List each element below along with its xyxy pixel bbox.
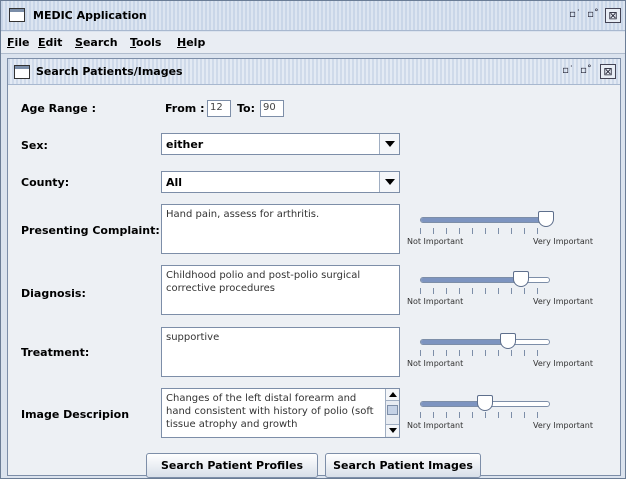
scroll-up-icon[interactable] xyxy=(386,389,399,401)
slider-ticks xyxy=(420,350,550,356)
county-dropdown[interactable]: All xyxy=(161,171,400,193)
slider-thumb[interactable] xyxy=(538,211,555,227)
scroll-thumb[interactable] xyxy=(387,405,398,415)
slider-high-label: Very Important xyxy=(533,237,593,246)
treatment-label: Treatment: xyxy=(21,346,90,359)
diagnosis-textarea[interactable]: Childhood polio and post-polio surgical … xyxy=(161,265,400,315)
frame-icon xyxy=(14,65,30,79)
internal-frame-title-bar[interactable]: Search Patients/Images ▫˙ ▫˚ ⊠ xyxy=(8,59,620,85)
slider-fill xyxy=(421,278,521,282)
slider-low-label: Not Important xyxy=(407,237,464,246)
image-description-importance-slider[interactable]: Not Important Very Important xyxy=(407,391,610,437)
chevron-down-icon[interactable] xyxy=(379,134,399,154)
age-range-label: Age Range : xyxy=(21,102,96,115)
app-title-bar[interactable]: MEDIC Application ▫˙ ▫˚ ⊠ xyxy=(1,1,625,31)
frame-minimize-icon[interactable]: ▫˙ xyxy=(560,64,576,79)
county-selected-value: All xyxy=(166,176,183,189)
county-label: County: xyxy=(21,176,70,189)
menu-tools[interactable]: Tools xyxy=(130,36,161,49)
image-description-label: Image Descripion xyxy=(21,408,130,421)
slider-low-label: Not Important xyxy=(407,359,464,368)
slider-fill xyxy=(421,402,485,406)
slider-track[interactable] xyxy=(420,339,550,345)
slider-track[interactable] xyxy=(420,277,550,283)
diagnosis-label: Diagnosis: xyxy=(21,287,86,300)
slider-track[interactable] xyxy=(420,217,550,223)
sex-label: Sex: xyxy=(21,139,48,152)
slider-high-label: Very Important xyxy=(533,297,593,306)
complaint-textarea[interactable]: Hand pain, assess for arthritis. xyxy=(161,204,400,254)
sex-selected-value: either xyxy=(166,138,204,151)
complaint-label: Presenting Complaint: xyxy=(21,224,160,237)
search-patient-profiles-button[interactable]: Search Patient Profiles xyxy=(146,453,318,478)
menu-search[interactable]: Search xyxy=(75,36,118,49)
treatment-importance-slider[interactable]: Not Important Very Important xyxy=(407,329,610,375)
image-description-text: Changes of the left distal forearm and h… xyxy=(166,393,374,430)
window-icon xyxy=(9,8,25,22)
slider-ticks xyxy=(420,412,550,418)
slider-ticks xyxy=(420,228,550,234)
scroll-down-icon[interactable] xyxy=(386,424,399,436)
image-description-scrollbar[interactable] xyxy=(385,389,399,437)
menu-edit[interactable]: Edit xyxy=(38,36,62,49)
slider-ticks xyxy=(420,288,550,294)
slider-high-label: Very Important xyxy=(533,421,593,430)
maximize-icon[interactable]: ▫˚ xyxy=(585,8,601,23)
sex-dropdown[interactable]: either xyxy=(161,133,400,155)
menu-file[interactable]: File xyxy=(7,36,30,49)
age-to-label: To: xyxy=(237,102,255,115)
frame-close-icon[interactable]: ⊠ xyxy=(600,64,616,79)
image-description-textarea[interactable]: Changes of the left distal forearm and h… xyxy=(161,388,400,438)
search-patient-images-button[interactable]: Search Patient Images xyxy=(325,453,481,478)
app-title: MEDIC Application xyxy=(33,9,147,22)
age-from-input[interactable]: 12 xyxy=(207,100,231,117)
slider-thumb[interactable] xyxy=(500,333,517,349)
slider-low-label: Not Important xyxy=(407,297,464,306)
age-from-label: From : xyxy=(165,102,205,115)
age-to-input[interactable]: 90 xyxy=(260,100,284,117)
menu-bar: File Edit Search Tools Help xyxy=(1,32,625,54)
complaint-importance-slider[interactable]: Not Important Very Important xyxy=(407,207,610,253)
slider-fill xyxy=(421,218,546,222)
slider-thumb[interactable] xyxy=(477,395,493,411)
slider-low-label: Not Important xyxy=(407,421,464,430)
minimize-icon[interactable]: ▫˙ xyxy=(567,8,583,23)
frame-title: Search Patients/Images xyxy=(36,65,183,78)
search-patients-internal-frame: Search Patients/Images ▫˙ ▫˚ ⊠ Age Range… xyxy=(7,58,621,478)
frame-maximize-icon[interactable]: ▫˚ xyxy=(578,64,594,79)
chevron-down-icon[interactable] xyxy=(379,172,399,192)
treatment-textarea[interactable]: supportive xyxy=(161,327,400,377)
diagnosis-importance-slider[interactable]: Not Important Very Important xyxy=(407,267,610,313)
menu-help[interactable]: Help xyxy=(177,36,205,49)
slider-thumb[interactable] xyxy=(513,271,530,287)
medic-application-window: MEDIC Application ▫˙ ▫˚ ⊠ File Edit Sear… xyxy=(0,0,626,479)
slider-fill xyxy=(421,340,509,344)
close-icon[interactable]: ⊠ xyxy=(605,8,621,23)
slider-high-label: Very Important xyxy=(533,359,593,368)
